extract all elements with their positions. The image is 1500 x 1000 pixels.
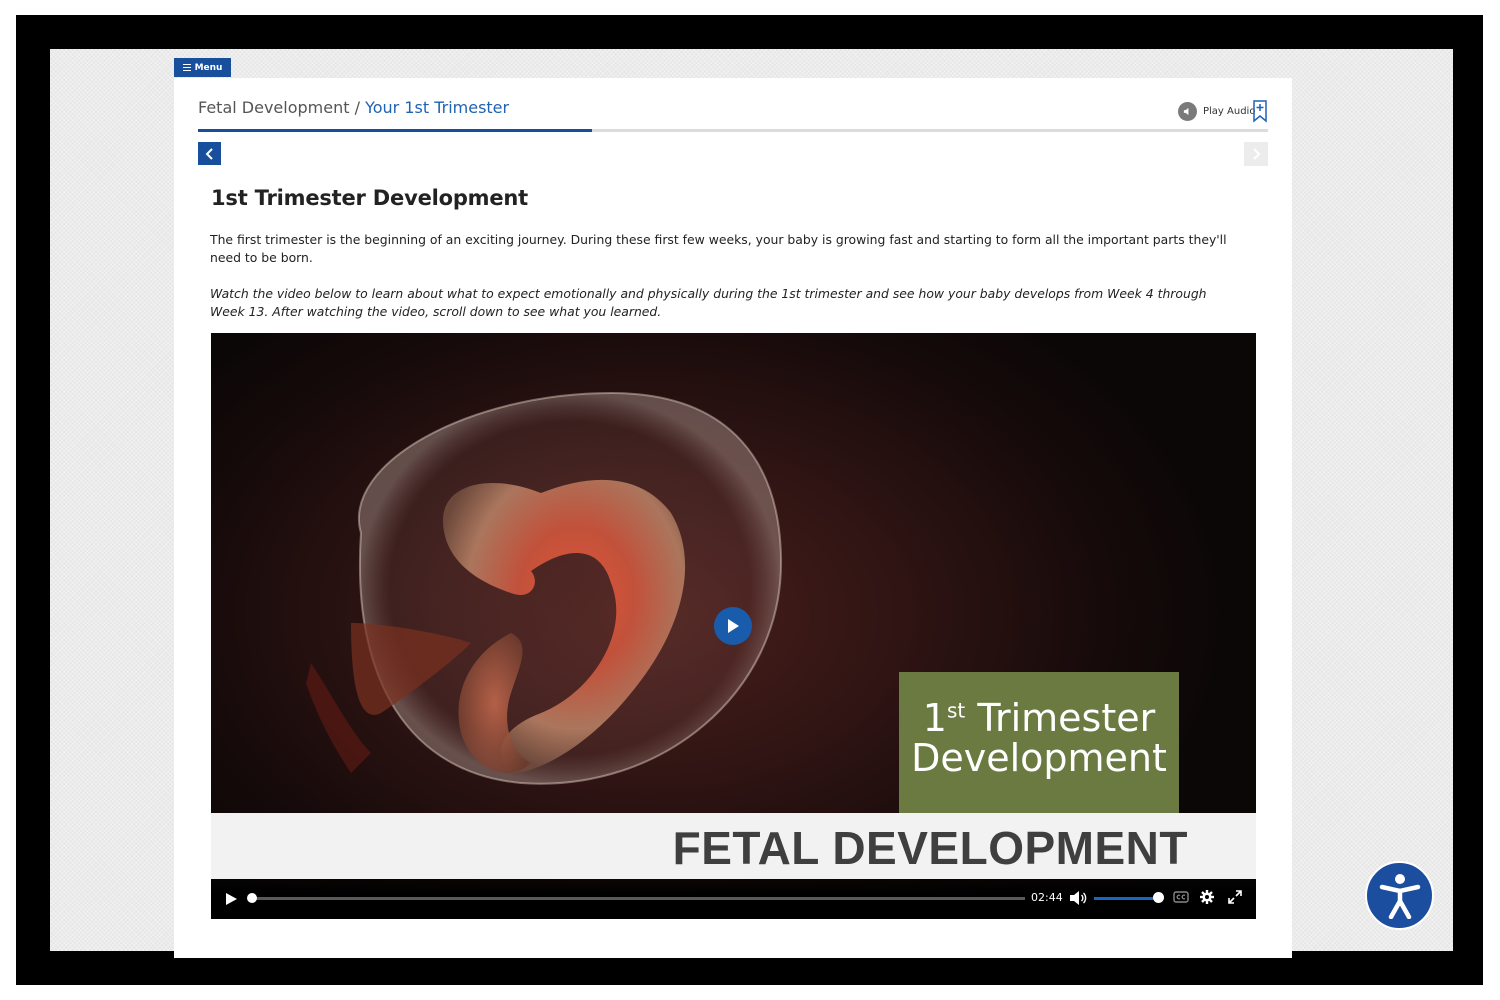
volume-handle[interactable] — [1153, 892, 1164, 903]
instructions-paragraph: Watch the video below to learn about wha… — [210, 286, 1207, 319]
menu-icon — [182, 64, 191, 71]
play-audio-icon — [1178, 102, 1197, 121]
chevron-right-icon — [1253, 148, 1261, 160]
fullscreen-icon[interactable] — [1227, 889, 1243, 905]
bookmark-add-icon[interactable] — [1253, 100, 1267, 123]
previous-page-button[interactable] — [198, 142, 221, 165]
seek-bar[interactable] — [247, 893, 1025, 903]
video-play-button[interactable] — [714, 607, 752, 645]
lesson-progress-bar — [198, 129, 1268, 132]
chevron-left-icon — [205, 147, 213, 160]
seek-handle[interactable] — [247, 893, 257, 903]
accessibility-icon — [1379, 873, 1420, 919]
lesson-progress-fill — [198, 129, 592, 132]
menu-button[interactable]: Menu — [174, 58, 231, 77]
volume-icon[interactable] — [1069, 890, 1087, 906]
accessibility-button[interactable] — [1365, 861, 1434, 930]
breadcrumb: Fetal Development / Your 1st Trimester — [198, 98, 509, 117]
video-banner-text: FETAL DEVELOPMENT — [672, 822, 1188, 874]
video-title-card-line1: 1st Trimester — [922, 696, 1156, 740]
page-title: 1st Trimester Development — [211, 186, 528, 210]
breadcrumb-current: Your 1st Trimester — [365, 98, 510, 117]
play-icon[interactable] — [223, 891, 239, 907]
volume-slider[interactable] — [1094, 897, 1160, 900]
play-audio-label: Play Audio — [1203, 106, 1256, 117]
menu-label: Menu — [194, 62, 223, 73]
play-audio-button[interactable]: Play Audio — [1178, 102, 1255, 121]
intro-paragraph: The first trimester is the beginning of … — [210, 232, 1227, 265]
video-player[interactable]: 1st Trimester Development FETAL DEVELOPM… — [211, 333, 1256, 919]
play-icon — [728, 619, 739, 633]
breadcrumb-parent[interactable]: Fetal Development — [198, 98, 350, 117]
settings-gear-icon[interactable] — [1199, 889, 1215, 905]
video-title-card-line2: Development — [911, 736, 1167, 780]
video-time: 02:44 — [1031, 891, 1063, 904]
video-banner: FETAL DEVELOPMENT — [211, 813, 1256, 879]
closed-captions-icon[interactable] — [1173, 889, 1189, 905]
next-page-button[interactable] — [1244, 142, 1268, 166]
video-controls: 02:44 — [211, 879, 1256, 919]
breadcrumb-separator: / — [354, 98, 360, 117]
video-title-card: 1st Trimester Development — [899, 672, 1179, 813]
